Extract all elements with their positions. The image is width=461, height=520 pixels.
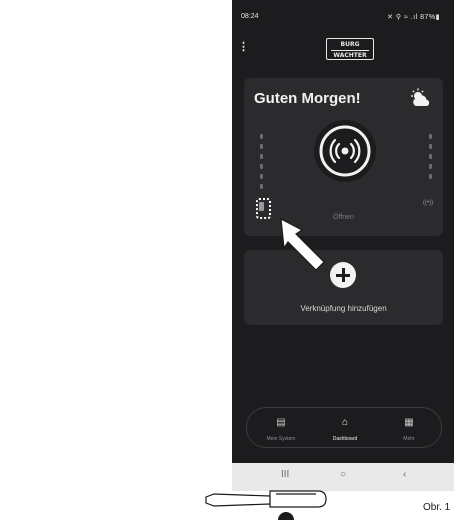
slider-tick — [260, 174, 263, 179]
slider-tick — [260, 164, 263, 169]
partly-cloudy-icon — [411, 88, 430, 106]
status-time: 08:24 — [241, 13, 259, 20]
level-indicator-right — [429, 134, 433, 196]
system-nav-bar: III ○ ‹ — [232, 463, 454, 491]
bottom-nav: ▤ Mein System ⌂ Dashboard ▦ Mehr — [246, 407, 442, 448]
open-lock-button[interactable] — [312, 118, 378, 184]
add-shortcut-label: Verknüpfung hinzufügen — [300, 304, 387, 313]
indicator-tick — [429, 134, 432, 139]
level-slider-track[interactable] — [260, 134, 264, 196]
slider-tick — [260, 154, 263, 159]
home-button[interactable]: ○ — [340, 469, 346, 480]
logo-line-1: BURG — [340, 41, 360, 48]
indicator-tick — [429, 164, 432, 169]
level-slider-thumb[interactable] — [256, 198, 271, 219]
indicator-tick — [429, 154, 432, 159]
screwdriver-icon — [205, 490, 327, 508]
greeting-text: Guten Morgen! — [254, 90, 361, 107]
figure-caption: Obr. 1 — [423, 502, 451, 513]
nav-label: Dashboard — [332, 436, 358, 442]
shortcut-card[interactable]: Verknüpfung hinzufügen — [244, 250, 443, 325]
nav-item-dashboard[interactable]: ⌂ Dashboard — [315, 408, 375, 448]
more-vertical-icon[interactable]: ⋮ — [238, 40, 249, 54]
grid-plus-icon: ▦ — [404, 417, 414, 428]
home-icon: ⌂ — [341, 417, 349, 428]
nav-item-mein-system[interactable]: ▤ Mein System — [251, 408, 311, 448]
indicator-tick — [429, 144, 432, 149]
step-marker-icon — [278, 512, 294, 520]
back-button[interactable]: ‹ — [403, 469, 406, 480]
status-icons: ✕ ⚲ ≈ .ıl 87%▮ — [387, 14, 440, 21]
nav-label: Mehr — [403, 436, 415, 442]
burg-wachter-logo: BURG WACHTER — [326, 38, 374, 60]
signal-icon: ((•)) — [423, 200, 434, 206]
recents-button[interactable]: III — [281, 469, 289, 480]
status-bar: 08:24 ✕ ⚲ ≈ .ıl 87%▮ — [232, 0, 454, 28]
phone-screen: 08:24 ✕ ⚲ ≈ .ıl 87%▮ ⋮ BURG WACHTER Gute… — [232, 0, 454, 491]
list-icon: ▤ — [276, 417, 286, 428]
slider-tick — [260, 184, 263, 189]
lock-card: Guten Morgen! Öffnen ((•)) — [244, 78, 443, 236]
plus-icon[interactable] — [330, 262, 356, 288]
logo-line-2: WACHTER — [333, 52, 367, 59]
nav-item-mehr[interactable]: ▦ Mehr — [379, 408, 439, 448]
app-bar: ⋮ BURG WACHTER — [232, 34, 454, 64]
logo-divider — [331, 50, 369, 51]
slider-tick — [260, 134, 263, 139]
nav-label: Mein System — [266, 436, 296, 442]
open-label: Öffnen — [333, 214, 354, 221]
slider-focus-highlight — [256, 198, 271, 219]
indicator-tick — [429, 174, 432, 179]
slider-tick — [260, 144, 263, 149]
